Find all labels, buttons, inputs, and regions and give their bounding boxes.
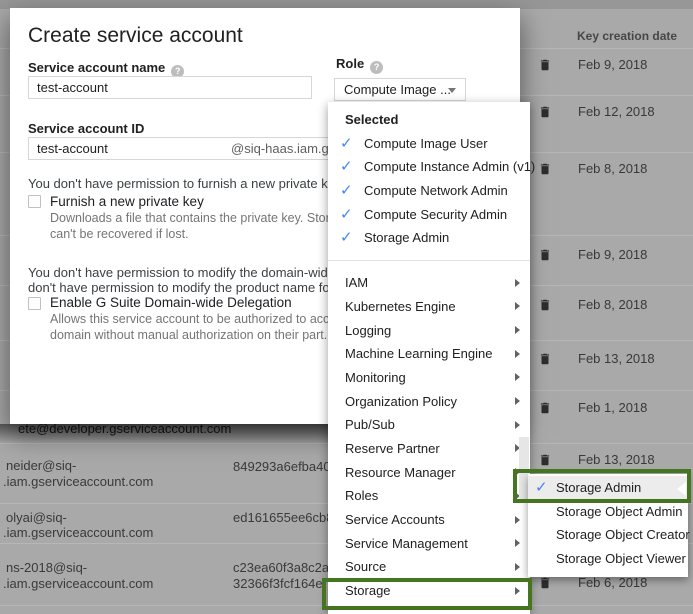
role-dropdown-button[interactable]: Compute Image ... [334,78,466,101]
submenu-item-storage-admin[interactable]: ✓ Storage Admin [528,476,688,500]
key-creation-date: Feb 6, 2018 [578,575,647,590]
service-account-email: olyai@siq- [6,510,67,525]
furnish-key-helper-line2: can't be recovered if lost. [50,227,189,241]
submenu-item-storage-object-viewer[interactable]: Storage Object Viewer [528,547,688,571]
menu-item-compute-security-admin[interactable]: ✓ Compute Security Admin [328,203,530,227]
trash-icon[interactable] [538,452,552,468]
key-creation-date: Feb 9, 2018 [578,247,647,262]
trash-icon[interactable] [538,104,552,120]
domain-permission-warning-line2: don't have permission to modify the prod… [28,280,348,295]
check-icon: ✓ [340,132,360,156]
menu-category-kubernetes-engine[interactable]: Kubernetes Engine [328,295,530,319]
menu-category-iam[interactable]: IAM [328,271,530,295]
role-dropdown-value: Compute Image ... [344,82,451,97]
role-dropdown-menu: Selected ✓ Compute Image User ✓ Compute … [328,102,530,614]
gsuite-delegation-checkbox[interactable] [28,297,41,310]
menu-category-reserve-partner[interactable]: Reserve Partner [328,437,530,461]
key-creation-date: Feb 8, 2018 [578,161,647,176]
key-id: c23ea60f3a8c2a5 [233,560,336,575]
menu-category-service-accounts[interactable]: Service Accounts [328,508,530,532]
submenu-item-storage-object-admin[interactable]: Storage Object Admin [528,500,688,524]
menu-category-logging[interactable]: Logging [328,319,530,343]
service-account-id-label: Service account ID [28,121,144,136]
menu-item-storage-admin-selected[interactable]: ✓ Storage Admin [328,226,530,250]
trash-icon[interactable] [538,57,552,73]
submenu-arrow-icon [515,302,520,310]
furnish-key-checkbox-label[interactable]: Furnish a new private key [50,194,204,209]
menu-category-resource-manager[interactable]: Resource Manager [328,461,530,485]
menu-category-roles[interactable]: Roles [328,484,530,508]
key-creation-date: Feb 1, 2018 [578,400,647,415]
private-key-permission-warning: You don't have permission to furnish a n… [28,176,344,191]
key-creation-date: Feb 9, 2018 [578,57,647,72]
screenshot-root: Key creation date Feb 9, 2018 Feb 12, 20… [0,0,693,614]
service-account-id-value: test-account [37,141,108,156]
service-account-id-suffix: @siq-haas.iam.gs [231,141,335,156]
storage-submenu: ✓ Storage Admin Storage Object Admin Sto… [528,474,688,577]
menu-item-compute-image-user[interactable]: ✓ Compute Image User [328,132,530,156]
key-id: 849293a6efba404 [233,459,338,474]
menu-category-source[interactable]: Source [328,555,530,579]
key-creation-date: Feb 13, 2018 [578,452,655,467]
check-icon: ✓ [340,203,360,227]
check-icon: ✓ [535,476,555,500]
gsuite-delegation-helper-line1: Allows this service account to be author… [50,312,365,326]
domain-permission-warning-line1: You don't have permission to modify the … [28,265,346,280]
furnish-key-checkbox[interactable] [28,195,41,208]
trash-icon[interactable] [538,400,552,416]
key-creation-date-header: Key creation date [577,29,677,43]
trash-icon[interactable] [538,351,552,367]
check-icon: ✓ [340,155,360,179]
key-creation-date: Feb 13, 2018 [578,351,655,366]
key-id: 32366f3fcf164e [233,576,323,591]
key-creation-date: Feb 8, 2018 [578,297,647,312]
service-account-email: ns-2018@siq- [6,560,87,575]
menu-category-monitoring[interactable]: Monitoring [328,366,530,390]
menu-item-compute-network-admin[interactable]: ✓ Compute Network Admin [328,179,530,203]
submenu-arrow-icon [515,587,520,595]
submenu-arrow-icon [515,279,520,287]
submenu-arrow-icon [515,397,520,405]
trash-icon[interactable] [538,575,552,591]
furnish-key-helper-line1: Downloads a file that contains the priva… [50,211,370,225]
dialog-title: Create service account [28,24,243,48]
role-label: Role? [336,56,383,74]
menu-divider [328,260,530,261]
menu-category-service-management[interactable]: Service Management [328,532,530,556]
trash-icon[interactable] [538,297,552,313]
submenu-arrow-icon [515,563,520,571]
submenu-arrow-icon [515,421,520,429]
gsuite-delegation-checkbox-label[interactable]: Enable G Suite Domain-wide Delegation [50,295,292,310]
submenu-arrow-icon [515,326,520,334]
service-account-email: .iam.gserviceaccount.com [3,525,153,540]
check-icon: ✓ [340,226,360,250]
menu-item-compute-instance-admin[interactable]: ✓ Compute Instance Admin (v1) [328,155,530,179]
menu-selected-header: Selected [328,108,530,132]
key-id: ed161655ee6cb8 [233,510,334,525]
chevron-down-icon [448,88,456,93]
submenu-arrow-icon [515,516,520,524]
service-account-email: .iam.gserviceaccount.com [3,576,153,591]
submenu-arrow-icon [515,539,520,547]
menu-category-organization-policy[interactable]: Organization Policy [328,390,530,414]
service-account-email: neider@siq- [6,458,76,473]
help-icon[interactable]: ? [370,61,383,74]
key-creation-date: Feb 12, 2018 [578,104,655,119]
service-account-email: .iam.gserviceaccount.com [3,474,153,489]
check-icon: ✓ [340,179,360,203]
trash-icon[interactable] [538,161,552,177]
menu-category-storage[interactable]: Storage [328,579,530,603]
submenu-item-storage-object-creator[interactable]: Storage Object Creator [528,523,688,547]
trash-icon[interactable] [538,247,552,263]
submenu-arrow-icon [515,350,520,358]
menu-category-pub-sub[interactable]: Pub/Sub [328,413,530,437]
menu-category-machine-learning-engine[interactable]: Machine Learning Engine [328,342,530,366]
submenu-arrow-icon [515,373,520,381]
service-account-name-input[interactable] [28,76,312,99]
